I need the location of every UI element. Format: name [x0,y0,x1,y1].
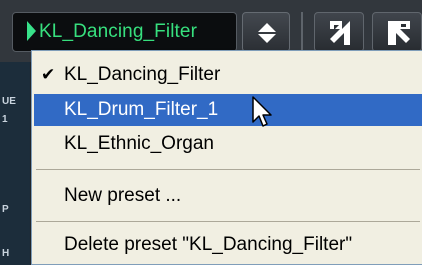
delete-preset-menu-item[interactable]: Delete preset "KL_Dancing_Filter" [34,229,422,261]
menu-divider [36,169,420,170]
side-label: H [2,248,10,259]
up-down-arrows-icon [258,23,276,43]
preset-selector[interactable]: KL_Dancing_Filter [12,12,237,52]
menu-item-preset[interactable]: KL_Drum_Filter_1 [34,94,422,126]
toolbar-divider [301,12,303,54]
preset-dropdown-menu: ✔ KL_Dancing_Filter KL_Drum_Filter_1 KL_… [31,50,422,265]
preset-up-down-button[interactable] [242,12,290,52]
save-arrow-icon [388,21,410,45]
menu-item-label: KL_Drum_Filter_1 [64,99,219,120]
plugin-window: KL_Dancing_Filter UE 1 P H ✔ KL_Dancing_… [0,0,422,265]
menu-item-label: Delete preset "KL_Dancing_Filter" [64,234,353,255]
menu-item-label: KL_Ethnic_Organ [64,133,214,154]
menu-item-preset[interactable]: ✔ KL_Dancing_Filter [34,59,422,91]
play-indicator-icon [27,21,36,41]
menu-item-preset[interactable]: KL_Ethnic_Organ [34,128,422,160]
side-label: P [2,204,9,215]
new-preset-menu-item[interactable]: New preset ... [34,180,422,212]
load-arrow-icon [330,21,350,45]
menu-item-label: New preset ... [64,185,182,206]
side-label: UE [2,96,16,107]
preset-name: KL_Dancing_Filter [39,21,198,42]
side-label: 1 [2,114,8,125]
side-panel-strip: UE 1 P H [0,62,30,265]
mouse-pointer-icon [252,96,272,127]
checkmark-icon: ✔ [41,65,56,84]
save-preset-button[interactable] [372,12,422,52]
load-preset-button[interactable] [314,12,364,52]
menu-divider [36,221,420,222]
menu-item-label: KL_Dancing_Filter [64,64,221,85]
